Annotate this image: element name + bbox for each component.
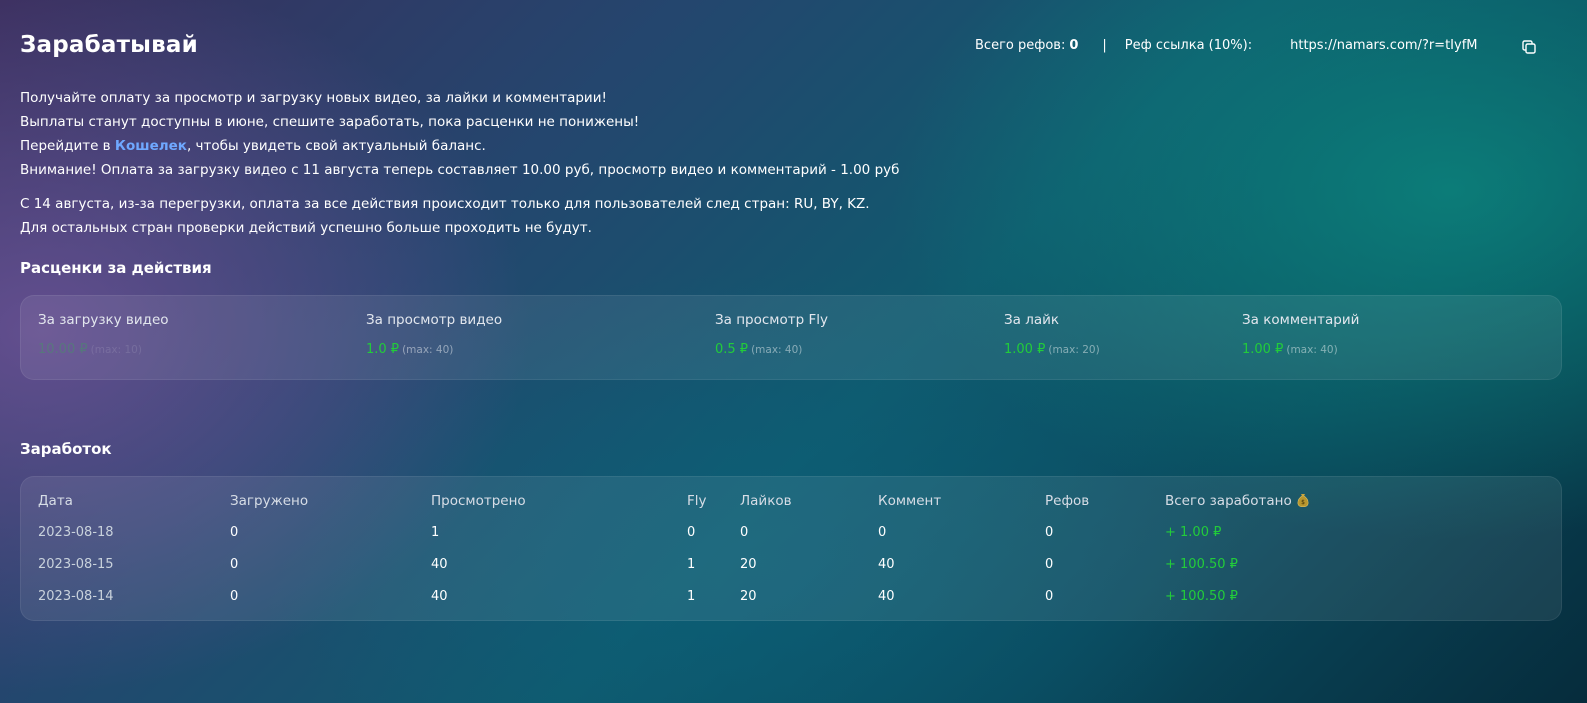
copy-icon[interactable] [1521,39,1537,55]
intro-text: Получайте оплату за просмотр и загрузку … [20,86,899,240]
column-header-comments: Коммент [878,493,942,509]
rate-max: (max: 10) [90,344,142,356]
column-header-viewed: Просмотрено [431,493,526,509]
rate-label: За загрузку видео [38,312,169,328]
intro-line: Внимание! Оплата за загрузку видео с 11 … [20,162,900,178]
rates-title: Расценки за действия [20,259,212,277]
intro-line: Выплаты станут доступны в июне, спешите … [20,114,640,130]
cell-total: + 1.00 ₽ [1165,525,1222,540]
ref-link-label: Реф ссылка (10%): [1124,38,1253,53]
intro-text-fragment: Перейдите в [20,138,115,154]
cell-fly: 1 [687,589,696,604]
intro-line: Для остальных стран проверки действий ус… [20,220,592,236]
rate-value: 10.00 ₽ [38,342,88,357]
rate-max: (max: 40) [751,344,803,356]
intro-text-fragment: , чтобы увидеть свой актуальный баланс. [186,138,486,154]
cell-viewed: 40 [431,557,448,572]
table-row: 2023-08-15 0 40 1 20 40 0 + 100.50 ₽ [21,557,1561,579]
column-header-uploaded: Загружено [230,493,309,509]
cell-refs: 0 [1045,557,1054,572]
referral-bar: Всего рефов: 0 | Реф ссылка (10%): https… [975,38,1478,53]
rates-card: За загрузку видео 10.00 ₽ (max: 10) За пр… [20,295,1562,380]
rate-value: 0.5 ₽ [715,342,749,357]
total-refs-label: Всего рефов: [975,38,1066,53]
column-header-likes: Лайков [740,493,792,509]
rate-view-fly: За просмотр Fly 0.5 ₽ (max: 40) [715,312,828,357]
cell-date: 2023-08-15 [38,557,114,572]
cell-comments: 0 [878,525,887,540]
cell-total: + 100.50 ₽ [1165,589,1238,604]
page-title: Зарабатывай [20,32,198,58]
intro-line: С 14 августа, из-за перегрузки, оплата з… [20,196,870,212]
cell-refs: 0 [1045,525,1054,540]
table-row: 2023-08-14 0 40 1 20 40 0 + 100.50 ₽ [21,589,1561,611]
column-header-total-label: Всего заработано [1165,493,1292,509]
table-header: Дата Загружено Просмотрено Fly Лайков Ко… [21,493,1561,515]
earnings-title: Заработок [20,440,112,458]
rate-like: За лайк 1.00 ₽ (max: 20) [1004,312,1100,357]
wallet-link[interactable]: Кошелек [115,138,187,154]
rate-label: За просмотр Fly [715,312,828,328]
total-refs-value: 0 [1069,38,1079,53]
rate-max: (max: 40) [402,344,454,356]
cell-fly: 0 [687,525,696,540]
cell-uploaded: 0 [230,557,239,572]
cell-likes: 20 [740,589,757,604]
cell-likes: 20 [740,557,757,572]
column-header-fly: Fly [687,493,707,509]
column-header-refs: Рефов [1045,493,1090,509]
table-row: 2023-08-18 0 1 0 0 0 0 + 1.00 ₽ [21,525,1561,547]
rate-value: 1.0 ₽ [366,342,400,357]
cell-viewed: 40 [431,589,448,604]
earn-page: Зарабатывай Всего рефов: 0 | Реф ссылка … [0,0,1587,703]
svg-text:$: $ [1301,499,1305,506]
rate-upload: За загрузку видео 10.00 ₽ (max: 10) [38,312,169,357]
column-header-total: Всего заработано $ [1165,493,1309,509]
cell-date: 2023-08-14 [38,589,114,604]
cell-likes: 0 [740,525,749,540]
cell-viewed: 1 [431,525,440,540]
rate-max: (max: 20) [1048,344,1100,356]
rate-max: (max: 40) [1286,344,1338,356]
cell-refs: 0 [1045,589,1054,604]
rate-label: За просмотр видео [366,312,503,328]
cell-comments: 40 [878,557,895,572]
cell-total: + 100.50 ₽ [1165,557,1238,572]
money-bag-icon: $ [1297,493,1309,508]
column-header-date: Дата [38,493,73,509]
cell-uploaded: 0 [230,525,239,540]
rate-view-video: За просмотр видео 1.0 ₽ (max: 40) [366,312,502,357]
cell-date: 2023-08-18 [38,525,114,540]
cell-uploaded: 0 [230,589,239,604]
cell-comments: 40 [878,589,895,604]
rate-value: 1.00 ₽ [1242,342,1284,357]
ref-link-value[interactable]: https://namars.com/?r=tIyfM [1290,38,1477,53]
intro-line: Получайте оплату за просмотр и загрузку … [20,90,607,106]
rate-label: За лайк [1004,312,1060,328]
rate-value: 1.00 ₽ [1004,342,1046,357]
intro-line: Перейдите в Кошелек, чтобы увидеть свой … [20,134,899,158]
cell-fly: 1 [687,557,696,572]
rate-comment: За комментарий 1.00 ₽ (max: 40) [1242,312,1359,357]
rate-label: За комментарий [1242,312,1360,328]
separator: | [1102,38,1107,53]
earnings-table: Дата Загружено Просмотрено Fly Лайков Ко… [20,476,1562,621]
